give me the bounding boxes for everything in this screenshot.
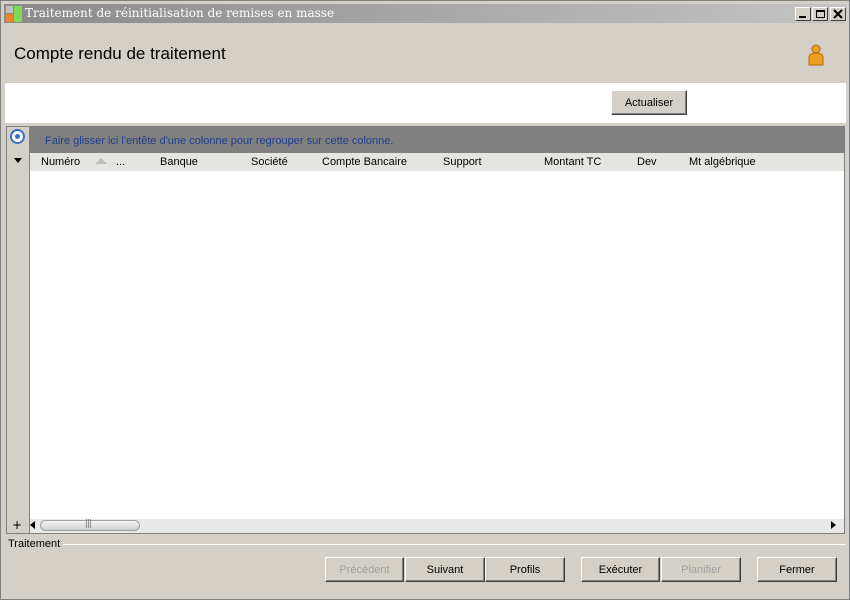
maximize-icon xyxy=(816,10,825,18)
close-window-button[interactable] xyxy=(830,7,846,21)
window-title: Traitement de réinitialisation de remise… xyxy=(25,6,335,20)
column-header-more[interactable]: ... xyxy=(116,156,125,168)
execute-button[interactable]: Exécuter xyxy=(581,557,660,582)
toolbar-band: Actualiser xyxy=(5,83,846,123)
column-chooser-icon[interactable] xyxy=(14,158,22,163)
section-divider xyxy=(63,544,846,545)
minimize-button[interactable] xyxy=(795,7,811,21)
grid-gutter xyxy=(7,127,30,533)
sort-ascending-icon xyxy=(95,158,107,164)
main-window: Traitement de réinitialisation de remise… xyxy=(0,0,850,600)
next-button[interactable]: Suivant xyxy=(405,557,485,582)
column-header-mt-algebrique[interactable]: Mt algébrique xyxy=(689,156,756,168)
refresh-button[interactable]: Actualiser xyxy=(611,90,687,115)
title-bar[interactable]: Traitement de réinitialisation de remise… xyxy=(4,4,846,23)
close-button[interactable]: Fermer xyxy=(757,557,837,582)
column-header-numero[interactable]: Numéro xyxy=(41,156,80,168)
close-icon xyxy=(833,9,843,19)
scroll-left-arrow-icon[interactable] xyxy=(30,521,35,529)
schedule-button[interactable]: Planifier xyxy=(661,557,741,582)
horizontal-scrollbar[interactable]: + xyxy=(12,519,844,533)
column-header-support[interactable]: Support xyxy=(443,156,482,168)
column-header-row: Numéro ... Banque Société Compte Bancair… xyxy=(30,153,844,171)
scroll-thumb[interactable] xyxy=(40,519,140,531)
group-by-box-icon[interactable] xyxy=(10,129,25,144)
column-header-montant-tc[interactable]: Montant TC xyxy=(544,156,601,168)
section-label: Traitement xyxy=(8,538,61,550)
profiles-button[interactable]: Profils xyxy=(485,557,565,582)
user-icon[interactable] xyxy=(807,44,825,66)
column-header-banque[interactable]: Banque xyxy=(160,156,198,168)
app-icon xyxy=(6,6,22,22)
page-title: Compte rendu de traitement xyxy=(14,44,226,63)
maximize-button[interactable] xyxy=(812,7,828,21)
results-grid: Faire glisser ici l'entête d'une colonne… xyxy=(6,126,845,534)
grid-body[interactable] xyxy=(30,171,844,519)
group-by-panel[interactable]: Faire glisser ici l'entête d'une colonne… xyxy=(30,127,844,153)
scroll-right-arrow-icon[interactable] xyxy=(831,521,836,529)
previous-button[interactable]: Précédent xyxy=(325,557,404,582)
minimize-icon xyxy=(799,16,806,18)
column-header-societe[interactable]: Société xyxy=(251,156,288,168)
column-header-compte-bancaire[interactable]: Compte Bancaire xyxy=(322,156,407,168)
expand-icon[interactable]: + xyxy=(10,519,24,533)
column-header-dev[interactable]: Dev xyxy=(637,156,657,168)
group-by-hint: Faire glisser ici l'entête d'une colonne… xyxy=(45,135,394,147)
